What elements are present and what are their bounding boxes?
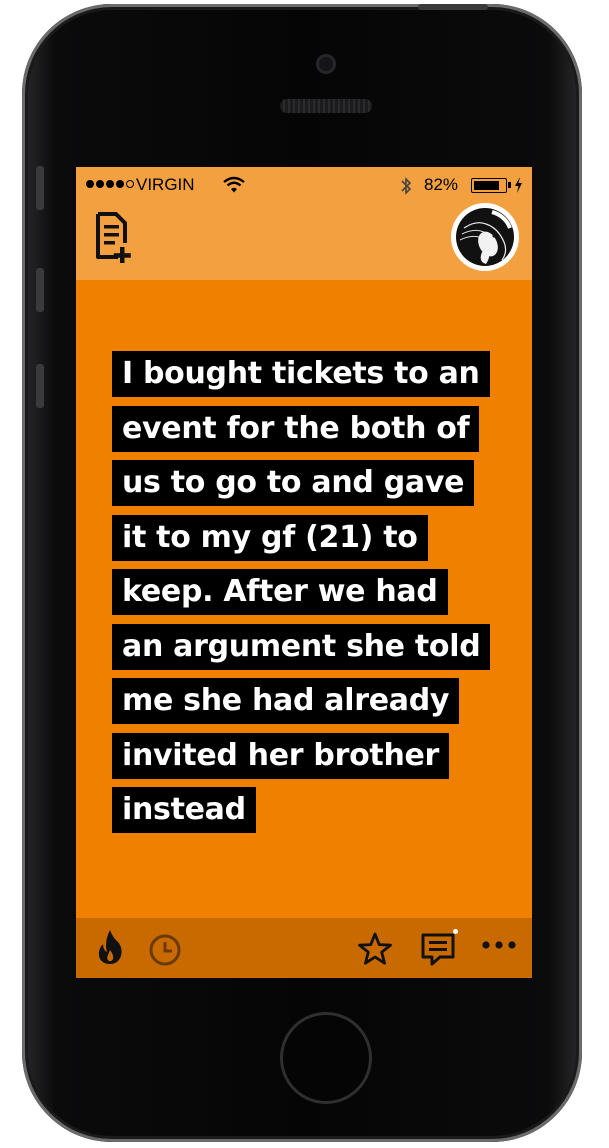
post-line: invited her brother (112, 732, 450, 779)
battery-percentage: 82% (424, 175, 459, 194)
battery-tip (508, 182, 511, 188)
post-line: event for the both of (112, 405, 480, 452)
post-line: an argument she told (112, 623, 491, 670)
signal-strength-icon (86, 180, 134, 188)
bottom-toolbar (76, 918, 532, 978)
post-line: us to go to and gave (112, 460, 475, 506)
bluetooth-icon (401, 177, 412, 195)
post-line: instead (112, 787, 256, 833)
battery-icon (471, 178, 507, 193)
clock-icon[interactable] (148, 933, 182, 967)
new-post-button[interactable] (94, 211, 136, 263)
top-bar: VIRGIN 82% (76, 167, 532, 280)
carrier-name: VIRGIN (136, 175, 195, 194)
post-text[interactable]: I bought tickets to an event for the bot… (112, 351, 512, 842)
front-camera (316, 54, 336, 74)
signal-dot (126, 180, 134, 188)
flame-icon[interactable] (96, 928, 124, 966)
post-line: it to my gf (21) to (112, 514, 428, 561)
wifi-icon (223, 176, 245, 193)
volume-down-button (36, 364, 44, 408)
home-button[interactable] (280, 1012, 372, 1104)
battery-level (473, 180, 499, 190)
comments-icon[interactable] (420, 932, 458, 968)
more-icon[interactable] (481, 940, 517, 950)
star-icon[interactable] (357, 931, 393, 967)
charging-bolt-icon (515, 177, 522, 193)
signal-dot (116, 180, 124, 188)
mute-switch (36, 166, 44, 210)
post-line: keep. After we had (112, 569, 448, 615)
app-screen: VIRGIN 82% I bought tickets to an event … (76, 167, 532, 978)
profile-button[interactable] (451, 203, 519, 271)
power-button (418, 4, 488, 10)
signal-dot (86, 180, 94, 188)
volume-up-button (36, 268, 44, 312)
koi-fish-avatar-icon (456, 208, 514, 266)
new-comment-indicator (453, 929, 458, 934)
status-bar: VIRGIN 82% (76, 167, 532, 205)
signal-dot (96, 180, 104, 188)
signal-dot (106, 180, 114, 188)
post-line: me she had already (112, 678, 460, 724)
post-line: I bought tickets to an (112, 351, 490, 397)
earpiece-speaker (280, 99, 372, 113)
